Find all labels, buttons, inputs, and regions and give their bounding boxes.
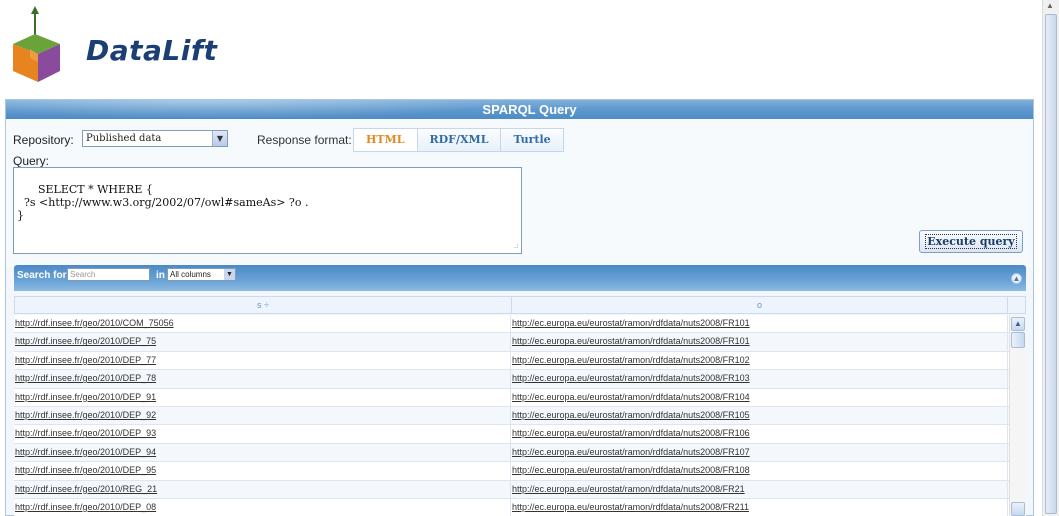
search-label: Search for bbox=[17, 270, 67, 281]
format-turtle-button[interactable]: Turtle bbox=[500, 128, 564, 152]
cell-o: http://ec.europa.eu/eurostat/ramon/rdfda… bbox=[511, 388, 1008, 406]
table-row: http://rdf.insee.fr/geo/2010/DEP_93 http:… bbox=[14, 425, 1009, 444]
cell-s: http://rdf.insee.fr/geo/2010/DEP_78 bbox=[14, 370, 511, 388]
column-header-spacer bbox=[1008, 297, 1025, 313]
cell-s: http://rdf.insee.fr/geo/2010/DEP_91 bbox=[14, 388, 511, 406]
results-scrollbar[interactable]: ▲ bbox=[1009, 315, 1026, 516]
in-label: in bbox=[156, 270, 165, 281]
subject-link[interactable]: http://rdf.insee.fr/geo/2010/DEP_77 bbox=[15, 355, 156, 365]
object-link[interactable]: http://ec.europa.eu/eurostat/ramon/rdfda… bbox=[512, 373, 750, 383]
cell-o: http://ec.europa.eu/eurostat/ramon/rdfda… bbox=[511, 480, 1008, 498]
repository-label: Repository: bbox=[13, 133, 74, 147]
cell-s: http://rdf.insee.fr/geo/2010/DEP_08 bbox=[14, 498, 511, 516]
cell-o: http://ec.europa.eu/eurostat/ramon/rdfda… bbox=[511, 462, 1008, 480]
object-link[interactable]: http://ec.europa.eu/eurostat/ramon/rdfda… bbox=[512, 355, 750, 365]
table-row: http://rdf.insee.fr/geo/2010/DEP_08 http:… bbox=[14, 498, 1009, 516]
column-header-o[interactable]: o bbox=[512, 297, 1008, 313]
execute-query-label: Execute query bbox=[925, 234, 1017, 249]
results-table-body: http://rdf.insee.fr/geo/2010/COM_75056ht… bbox=[14, 315, 1009, 516]
subject-link[interactable]: http://rdf.insee.fr/geo/2010/DEP_91 bbox=[15, 392, 156, 402]
object-link[interactable]: http://ec.europa.eu/eurostat/ramon/rdfda… bbox=[512, 428, 750, 438]
object-link[interactable]: http://ec.europa.eu/eurostat/ramon/rdfda… bbox=[512, 410, 750, 420]
cell-o: http://ec.europa.eu/eurostat/ramon/rdfda… bbox=[511, 370, 1008, 388]
cell-s: http://rdf.insee.fr/geo/2010/DEP_94 bbox=[14, 443, 511, 462]
query-form: Repository: Published data ▼ Response fo… bbox=[6, 119, 1033, 267]
datalift-cube-logo-icon bbox=[13, 6, 60, 82]
brand-name: DataLift bbox=[86, 34, 218, 67]
cell-s: http://rdf.insee.fr/geo/2010/DEP_95 bbox=[14, 462, 511, 480]
object-link[interactable]: http://ec.europa.eu/eurostat/ramon/rdfda… bbox=[512, 465, 750, 475]
table-row: http://rdf.insee.fr/geo/2010/DEP_92 http:… bbox=[14, 406, 1009, 426]
subject-link[interactable]: http://rdf.insee.fr/geo/2010/REG_21 bbox=[15, 484, 157, 494]
table-row: http://rdf.insee.fr/geo/2010/DEP_91 http:… bbox=[14, 388, 1009, 407]
subject-link[interactable]: http://rdf.insee.fr/geo/2010/COM_75056 bbox=[15, 318, 174, 328]
format-rdfxml-button[interactable]: RDF/XML bbox=[416, 128, 502, 152]
subject-link[interactable]: http://rdf.insee.fr/geo/2010/DEP_93 bbox=[15, 428, 156, 438]
cell-o: http://ec.europa.eu/eurostat/ramon/rdfda… bbox=[511, 315, 1008, 333]
panel-header: SPARQL Query bbox=[6, 100, 1033, 119]
cell-o: http://ec.europa.eu/eurostat/ramon/rdfda… bbox=[511, 443, 1008, 462]
cell-s: http://rdf.insee.fr/geo/2010/DEP_77 bbox=[14, 351, 511, 370]
chevron-down-icon[interactable]: ▼ bbox=[224, 269, 235, 280]
search-placeholder: Search bbox=[70, 270, 96, 279]
results-scrollbar-thumb[interactable] bbox=[1011, 332, 1025, 348]
subject-link[interactable]: http://rdf.insee.fr/geo/2010/DEP_08 bbox=[15, 502, 156, 512]
query-text: SELECT * WHERE { ?s <http://www.w3.org/2… bbox=[17, 183, 309, 222]
scroll-up-icon[interactable]: ▲ bbox=[1046, 1, 1054, 10]
cell-s: http://rdf.insee.fr/geo/2010/DEP_93 bbox=[14, 425, 511, 443]
response-format-label: Response format: bbox=[257, 133, 352, 147]
cell-o: http://ec.europa.eu/eurostat/ramon/rdfda… bbox=[511, 498, 1008, 516]
collapse-circle-icon[interactable]: ▲ bbox=[1011, 273, 1022, 284]
table-row: http://rdf.insee.fr/geo/2010/DEP_78 http:… bbox=[14, 370, 1009, 389]
cell-s: http://rdf.insee.fr/geo/2010/DEP_75 bbox=[14, 333, 511, 351]
subject-link[interactable]: http://rdf.insee.fr/geo/2010/DEP_92 bbox=[15, 410, 156, 420]
resize-grip-icon[interactable]: .: bbox=[514, 239, 519, 252]
subject-link[interactable]: http://rdf.insee.fr/geo/2010/DEP_75 bbox=[15, 336, 156, 346]
results-column-headers: s ÷ o bbox=[14, 296, 1026, 314]
subject-link[interactable]: http://rdf.insee.fr/geo/2010/DEP_94 bbox=[15, 447, 156, 457]
column-header-s[interactable]: s ÷ bbox=[15, 297, 512, 313]
object-link[interactable]: http://ec.europa.eu/eurostat/ramon/rdfda… bbox=[512, 336, 750, 346]
cell-o: http://ec.europa.eu/eurostat/ramon/rdfda… bbox=[511, 425, 1008, 443]
query-label: Query: bbox=[13, 154, 50, 168]
format-html-button[interactable]: HTML bbox=[353, 128, 418, 152]
table-row: http://rdf.insee.fr/geo/2010/DEP_94 http:… bbox=[14, 443, 1009, 463]
cell-o: http://ec.europa.eu/eurostat/ramon/rdfda… bbox=[511, 351, 1008, 370]
search-input[interactable]: Search bbox=[67, 268, 150, 281]
table-row: http://rdf.insee.fr/geo/2010/DEP_75 http:… bbox=[14, 333, 1009, 352]
table-row: http://rdf.insee.fr/geo/2010/REG_21 http:… bbox=[14, 480, 1009, 499]
repository-select-value: Published data bbox=[86, 133, 162, 144]
object-link[interactable]: http://ec.europa.eu/eurostat/ramon/rdfda… bbox=[512, 502, 749, 512]
cell-o: http://ec.europa.eu/eurostat/ramon/rdfda… bbox=[511, 406, 1008, 425]
chevron-down-icon[interactable]: ▼ bbox=[212, 131, 227, 146]
subject-link[interactable]: http://rdf.insee.fr/geo/2010/DEP_95 bbox=[15, 465, 156, 475]
results-toolbar: Search for Search in All columns ▼ ▲ bbox=[14, 265, 1026, 291]
datalift-logo[interactable]: DataLift bbox=[8, 6, 217, 86]
page-scrollbar[interactable]: ▲ bbox=[1042, 0, 1059, 516]
object-link[interactable]: http://ec.europa.eu/eurostat/ramon/rdfda… bbox=[512, 318, 750, 328]
query-textarea[interactable]: SELECT * WHERE { ?s <http://www.w3.org/2… bbox=[13, 167, 522, 254]
subject-link[interactable]: http://rdf.insee.fr/geo/2010/DEP_78 bbox=[15, 373, 156, 383]
table-row: http://rdf.insee.fr/geo/2010/DEP_77 http:… bbox=[14, 351, 1009, 371]
repository-select[interactable]: Published data ▼ bbox=[82, 130, 228, 147]
scroll-down-button[interactable] bbox=[1011, 502, 1025, 516]
object-link[interactable]: http://ec.europa.eu/eurostat/ramon/rdfda… bbox=[512, 447, 750, 457]
cell-o: http://ec.europa.eu/eurostat/ramon/rdfda… bbox=[511, 333, 1008, 351]
object-link[interactable]: http://ec.europa.eu/eurostat/ramon/rdfda… bbox=[512, 392, 750, 402]
columns-select[interactable]: All columns ▼ bbox=[167, 268, 236, 281]
page-scrollbar-thumb[interactable] bbox=[1045, 14, 1057, 514]
cell-s: http://rdf.insee.fr/geo/2010/COM_75056 bbox=[14, 315, 511, 333]
cell-s: http://rdf.insee.fr/geo/2010/DEP_92 bbox=[14, 406, 511, 425]
cell-s: http://rdf.insee.fr/geo/2010/REG_21 bbox=[14, 480, 511, 498]
table-row: http://rdf.insee.fr/geo/2010/COM_75056 ht… bbox=[14, 315, 1009, 334]
table-row: http://rdf.insee.fr/geo/2010/DEP_95 http:… bbox=[14, 462, 1009, 481]
columns-select-value: All columns bbox=[170, 270, 211, 279]
execute-query-button[interactable]: Execute query bbox=[919, 230, 1023, 253]
chevron-up-icon[interactable]: ▲ bbox=[1011, 317, 1025, 331]
object-link[interactable]: http://ec.europa.eu/eurostat/ramon/rdfda… bbox=[512, 484, 745, 494]
response-format-tabs: HTML RDF/XML Turtle bbox=[353, 128, 564, 152]
header-wave-decoration bbox=[6, 100, 520, 119]
